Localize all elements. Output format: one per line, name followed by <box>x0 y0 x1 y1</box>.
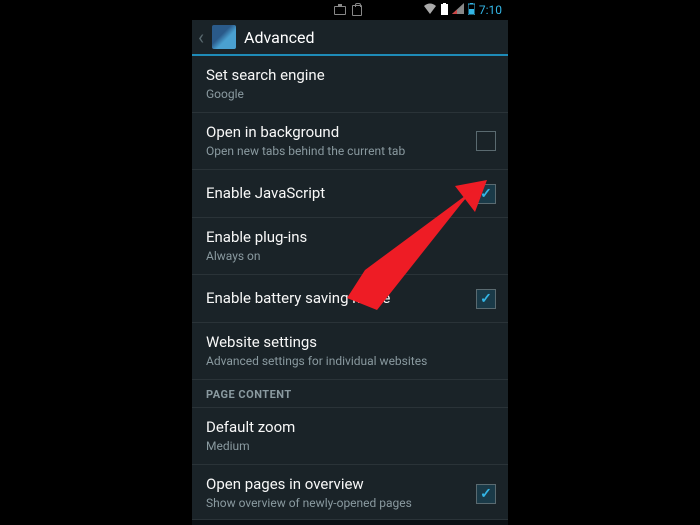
setting-title: Enable battery saving mode <box>206 289 466 309</box>
setting-title: Set search engine <box>206 66 496 86</box>
settings-list: Set search engine Google Open in backgro… <box>192 56 508 523</box>
setting-title: Website settings <box>206 333 496 353</box>
nav-bar-hint <box>192 519 508 525</box>
back-icon[interactable]: ‹ <box>198 27 204 47</box>
setting-subtitle: Medium <box>206 439 496 455</box>
checkbox-checked[interactable] <box>476 484 496 504</box>
signal-icon <box>452 3 464 17</box>
title-bar[interactable]: ‹ Advanced <box>192 20 508 56</box>
setting-search-engine[interactable]: Set search engine Google <box>192 56 508 113</box>
second-battery-icon <box>468 3 475 18</box>
page-title: Advanced <box>244 28 315 47</box>
setting-open-in-background[interactable]: Open in background Open new tabs behind … <box>192 113 508 170</box>
camera-icon <box>334 6 346 15</box>
setting-enable-javascript[interactable]: Enable JavaScript <box>192 170 508 218</box>
section-header-page-content: PAGE CONTENT <box>192 380 508 408</box>
setting-subtitle: Advanced settings for individual website… <box>206 354 496 370</box>
app-icon <box>212 25 236 49</box>
wifi-icon <box>423 3 437 17</box>
checkbox-checked[interactable] <box>476 184 496 204</box>
status-bar: 7:10 <box>192 0 508 20</box>
setting-title: Enable JavaScript <box>206 184 466 204</box>
phone-screen: 7:10 ‹ Advanced Set search engine Google… <box>192 0 508 525</box>
setting-subtitle: Show overview of newly-opened pages <box>206 496 466 512</box>
shop-icon <box>352 5 362 16</box>
setting-subtitle: Always on <box>206 249 496 265</box>
setting-website-settings[interactable]: Website settings Advanced settings for i… <box>192 323 508 380</box>
checkbox-checked[interactable] <box>476 289 496 309</box>
clock: 7:10 <box>479 3 502 17</box>
setting-title: Open in background <box>206 123 466 143</box>
checkbox-unchecked[interactable] <box>476 131 496 151</box>
battery-icon <box>441 3 448 18</box>
setting-open-pages-overview[interactable]: Open pages in overview Show overview of … <box>192 465 508 522</box>
setting-title: Enable plug-ins <box>206 228 496 248</box>
setting-title: Open pages in overview <box>206 475 466 495</box>
setting-subtitle: Open new tabs behind the current tab <box>206 144 466 160</box>
setting-title: Default zoom <box>206 418 496 438</box>
setting-default-zoom[interactable]: Default zoom Medium <box>192 408 508 465</box>
setting-subtitle: Google <box>206 87 496 103</box>
setting-battery-saving[interactable]: Enable battery saving mode <box>192 275 508 323</box>
setting-enable-plugins[interactable]: Enable plug-ins Always on <box>192 218 508 275</box>
